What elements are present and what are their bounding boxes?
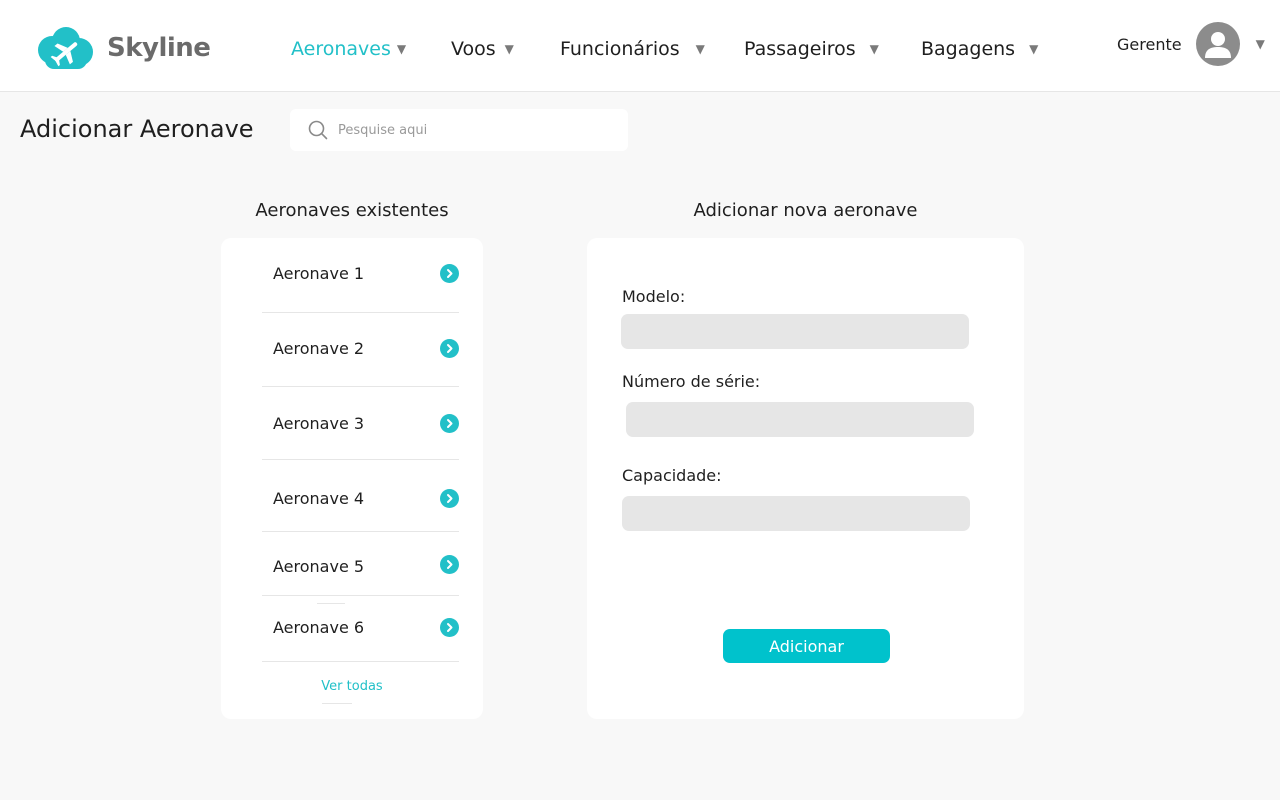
nav-passageiros[interactable]: Passageiros ▼ bbox=[744, 38, 879, 60]
chevron-right-icon[interactable] bbox=[440, 414, 459, 433]
model-label: Modelo: bbox=[622, 287, 686, 306]
nav-voos[interactable]: Voos ▼ bbox=[451, 38, 514, 60]
nav-funcionarios[interactable]: Funcionários ▼ bbox=[560, 38, 705, 60]
list-item-label: Aeronave 3 bbox=[273, 414, 365, 433]
capacity-field[interactable] bbox=[622, 496, 970, 531]
search-icon bbox=[308, 120, 328, 140]
brand-logo[interactable]: Skyline bbox=[33, 26, 211, 70]
chevron-right-icon[interactable] bbox=[440, 555, 459, 574]
divider bbox=[262, 459, 459, 460]
nav-label: Passageiros bbox=[744, 38, 856, 60]
divider bbox=[262, 312, 459, 313]
divider bbox=[317, 603, 345, 604]
list-item-aeronave-3[interactable]: Aeronave 3 bbox=[262, 414, 459, 433]
divider bbox=[262, 531, 459, 532]
user-name: Gerente bbox=[1117, 34, 1182, 54]
chevron-right-icon[interactable] bbox=[440, 618, 459, 637]
list-item-label: Aeronave 4 bbox=[273, 489, 365, 508]
chevron-right-icon[interactable] bbox=[440, 264, 459, 283]
search-input[interactable] bbox=[338, 122, 608, 138]
list-item-label: Aeronave 1 bbox=[273, 264, 365, 283]
nav-aeronaves[interactable]: Aeronaves ▼ bbox=[291, 38, 406, 60]
list-item-label: Aeronave 5 bbox=[273, 557, 365, 576]
add-button[interactable]: Adicionar bbox=[723, 629, 890, 663]
user-avatar-icon bbox=[1195, 22, 1240, 66]
top-header: Skyline Aeronaves ▼ Voos ▼ Funcionários … bbox=[0, 0, 1280, 92]
divider bbox=[322, 703, 352, 704]
list-item-aeronave-4[interactable]: Aeronave 4 bbox=[262, 489, 459, 508]
divider bbox=[262, 595, 459, 596]
chevron-right-icon[interactable] bbox=[440, 339, 459, 358]
brand-name: Skyline bbox=[107, 33, 211, 63]
nav-label: Bagagens bbox=[921, 38, 1016, 60]
caret-down-icon: ▼ bbox=[504, 42, 514, 56]
caret-down-icon: ▼ bbox=[396, 42, 407, 56]
existing-aircraft-title: Aeronaves existentes bbox=[255, 200, 449, 221]
list-item-aeronave-6[interactable]: Aeronave 6 bbox=[262, 618, 459, 637]
add-aircraft-form: Modelo: Número de série: Capacidade: Adi… bbox=[587, 238, 1024, 719]
divider bbox=[262, 661, 459, 662]
nav-label: Voos bbox=[451, 38, 496, 60]
nav-label: Aeronaves bbox=[291, 38, 391, 60]
search-box[interactable] bbox=[290, 109, 628, 151]
serial-number-label: Número de série: bbox=[622, 372, 761, 391]
existing-aircraft-list: Aeronave 1 Aeronave 2 Aeronave 3 Aeronav… bbox=[221, 238, 483, 719]
serial-number-field[interactable] bbox=[626, 402, 974, 437]
new-aircraft-title: Adicionar nova aeronave bbox=[693, 200, 918, 221]
caret-down-icon: ▼ bbox=[695, 42, 705, 56]
caret-down-icon: ▼ bbox=[1029, 42, 1039, 56]
divider bbox=[262, 386, 459, 387]
see-all-link[interactable]: Ver todas bbox=[221, 679, 483, 694]
list-item-label: Aeronave 6 bbox=[273, 618, 365, 637]
nav-bagagens[interactable]: Bagagens ▼ bbox=[921, 38, 1038, 60]
model-field[interactable] bbox=[621, 314, 969, 349]
list-item-label: Aeronave 2 bbox=[273, 339, 365, 358]
nav-label: Funcionários bbox=[560, 38, 680, 60]
list-item-aeronave-2[interactable]: Aeronave 2 bbox=[262, 339, 459, 358]
capacity-label: Capacidade: bbox=[622, 466, 722, 485]
user-menu[interactable]: Gerente ▼ bbox=[1117, 22, 1265, 66]
cloud-airplane-icon bbox=[38, 27, 93, 69]
caret-down-icon: ▼ bbox=[1255, 37, 1265, 51]
list-item-aeronave-5[interactable]: Aeronave 5 bbox=[262, 555, 459, 576]
chevron-right-icon[interactable] bbox=[440, 489, 459, 508]
page-title: Adicionar Aeronave bbox=[20, 115, 254, 143]
list-item-aeronave-1[interactable]: Aeronave 1 bbox=[262, 264, 459, 283]
caret-down-icon: ▼ bbox=[869, 42, 879, 56]
